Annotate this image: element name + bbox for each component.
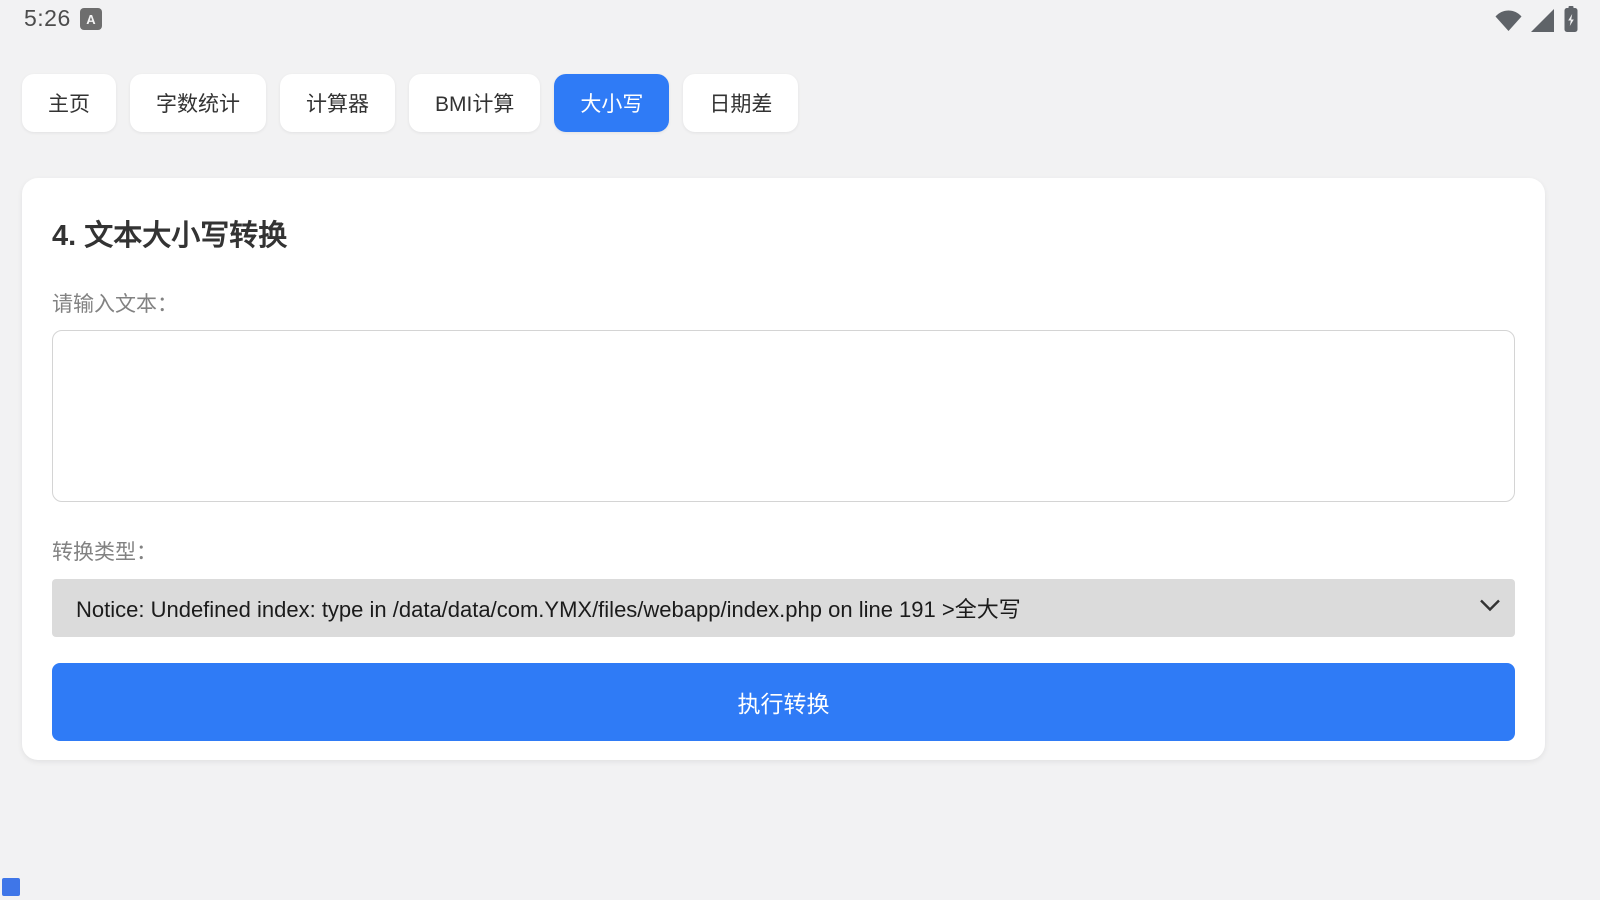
wifi-icon — [1495, 9, 1522, 32]
status-bar: 5:26 A — [0, 0, 1600, 38]
text-input-label: 请输入文本： — [52, 288, 1515, 318]
tab-bmi[interactable]: BMI计算 — [409, 74, 540, 132]
corner-marker — [2, 878, 20, 896]
tab-bar: 主页 字数统计 计算器 BMI计算 大小写 日期差 — [22, 74, 798, 132]
tab-word-count[interactable]: 字数统计 — [130, 74, 266, 132]
chevron-down-icon — [1479, 599, 1501, 618]
tab-home[interactable]: 主页 — [22, 74, 116, 132]
tab-date-diff[interactable]: 日期差 — [683, 74, 798, 132]
convert-button[interactable]: 执行转换 — [52, 663, 1515, 741]
panel-title: 4. 文本大小写转换 — [52, 212, 1515, 254]
cellular-signal-icon — [1531, 9, 1555, 32]
case-convert-panel: 4. 文本大小写转换 请输入文本： 转换类型： Notice: Undefine… — [22, 178, 1545, 760]
convert-type-select[interactable]: Notice: Undefined index: type in /data/d… — [52, 579, 1515, 637]
battery-charging-icon — [1564, 6, 1578, 32]
convert-type-selected-value: Notice: Undefined index: type in /data/d… — [76, 592, 1061, 624]
text-input[interactable] — [52, 330, 1515, 502]
convert-type-label: 转换类型： — [52, 536, 1515, 566]
status-icons — [1495, 6, 1578, 32]
clock: 5:26 — [24, 5, 71, 32]
app-notification-icon: A — [80, 8, 102, 30]
tab-case-convert[interactable]: 大小写 — [554, 74, 669, 132]
tab-calculator[interactable]: 计算器 — [280, 74, 395, 132]
